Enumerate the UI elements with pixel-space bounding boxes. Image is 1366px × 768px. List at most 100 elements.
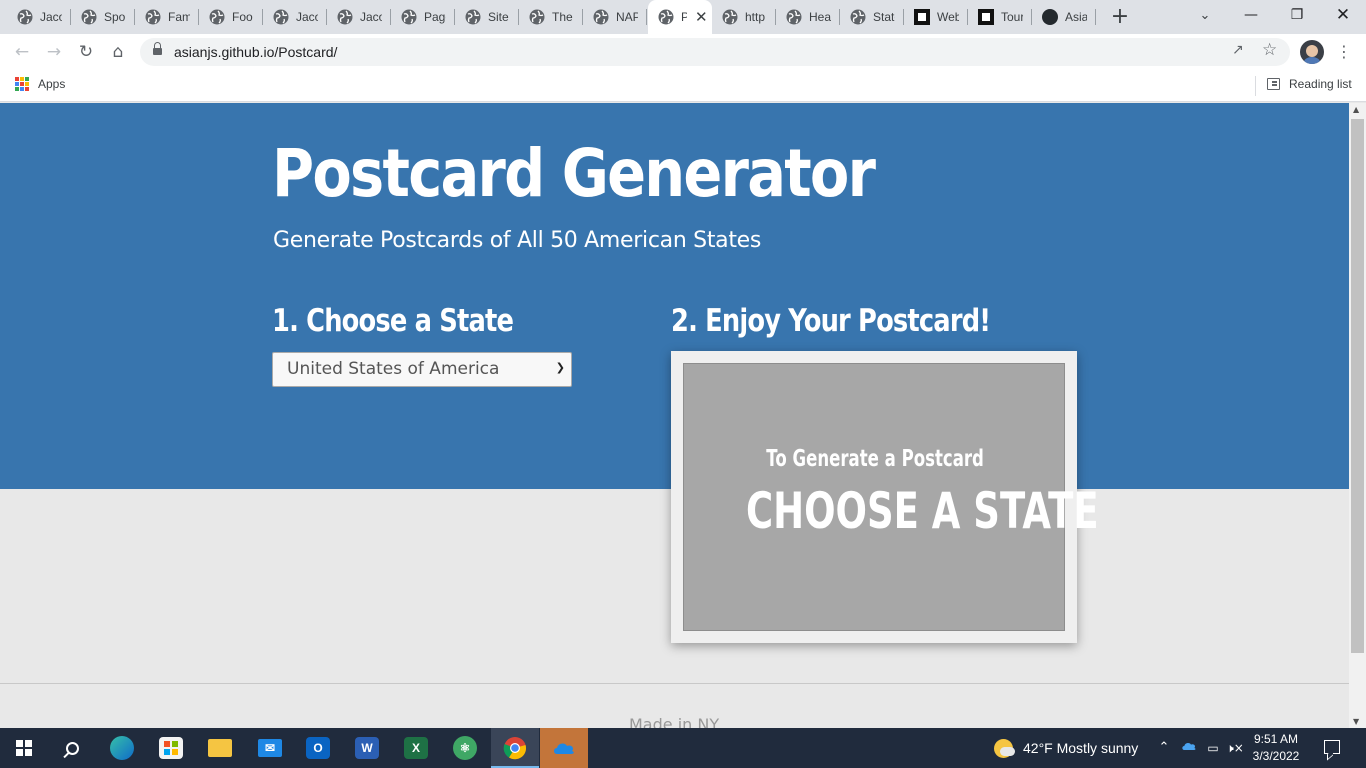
tab-title: NAP [616, 10, 638, 24]
forward-button[interactable]: → [40, 38, 68, 66]
tab-title: The [552, 10, 573, 24]
taskbar-outlook[interactable]: O [294, 728, 342, 768]
network-icon[interactable]: ▭ [1204, 728, 1222, 768]
taskbar-word[interactable]: W [343, 728, 391, 768]
address-bar[interactable]: asianjs.github.io/Postcard/ ↗ ☆ [140, 38, 1290, 66]
partly-sunny-icon [994, 738, 1015, 758]
home-button[interactable]: ⌂ [104, 38, 132, 66]
browser-tab[interactable]: Tour [968, 0, 1032, 34]
browser-tab[interactable]: NAP [583, 0, 647, 34]
globe-icon [465, 9, 481, 25]
globe-icon [209, 9, 225, 25]
minimize-button[interactable]: — [1228, 0, 1274, 30]
tab-title: Foo [232, 10, 253, 24]
back-button[interactable]: ← [8, 38, 36, 66]
browser-tab[interactable]: Fam [135, 0, 199, 34]
taskbar-clock[interactable]: 9:51 AM 3/3/2022 [1250, 731, 1302, 765]
state-select[interactable]: United States of America ❯ [272, 352, 572, 387]
page-scrollbar[interactable]: ▲ ▼ [1349, 103, 1366, 728]
onedrive-tray-icon[interactable] [1180, 728, 1198, 768]
bookmarks-bar: Apps Reading list [0, 70, 1366, 102]
show-hidden-icons-chevron-icon[interactable]: ⌃ [1156, 728, 1172, 768]
taskbar-search-button[interactable] [48, 728, 96, 768]
start-button[interactable] [0, 728, 48, 768]
browser-tab[interactable]: Page [391, 0, 455, 34]
globe-icon [17, 9, 33, 25]
globe-icon [337, 9, 353, 25]
mail-icon: ✉ [258, 739, 282, 757]
tab-title: Jaco [40, 10, 62, 24]
browser-tab[interactable]: Asia [1032, 0, 1096, 34]
browser-tab[interactable]: Spo [71, 0, 135, 34]
tab-title: Jaco [296, 10, 318, 24]
postcard-headline: CHOOSE A STATE [745, 482, 1099, 540]
state-select-value: United States of America [287, 359, 500, 379]
apps-label: Apps [38, 77, 66, 91]
share-icon[interactable]: ↗ [1232, 42, 1244, 58]
clock-date: 3/3/2022 [1252, 749, 1300, 763]
globe-icon [529, 9, 545, 25]
globe-icon [593, 9, 609, 25]
page-viewport: Postcard Generator Generate Postcards of… [0, 103, 1349, 728]
tab-title: Tour [1001, 10, 1023, 24]
reload-button[interactable]: ↻ [72, 38, 100, 66]
taskbar-excel[interactable]: X [392, 728, 440, 768]
browser-toolbar: ← → ↻ ⌂ asianjs.github.io/Postcard/ ↗ ☆ … [0, 34, 1366, 70]
apps-shortcut[interactable]: Apps [15, 77, 65, 91]
scroll-up-arrow-icon[interactable]: ▲ [1353, 105, 1359, 114]
browser-tab[interactable]: Foo [199, 0, 263, 34]
profile-avatar[interactable] [1300, 40, 1324, 64]
browser-tab[interactable]: Jaco [7, 0, 71, 34]
tab-title: Jaco [360, 10, 382, 24]
close-window-button[interactable]: ✕ [1320, 0, 1366, 30]
bookmark-star-icon[interactable]: ☆ [1262, 40, 1277, 60]
reading-list-button[interactable]: Reading list [1267, 77, 1352, 91]
scroll-down-arrow-icon[interactable]: ▼ [1353, 717, 1359, 726]
browser-tab[interactable]: P ✕ [648, 0, 712, 34]
volume-muted-icon[interactable]: 🕨× [1226, 728, 1244, 768]
reading-list-label: Reading list [1289, 77, 1352, 91]
browser-menu-icon[interactable]: ⋮ [1336, 38, 1352, 66]
browser-tab[interactable]: Site [455, 0, 519, 34]
taskbar-mail[interactable]: ✉ [246, 728, 294, 768]
tab-title: Spo [104, 10, 126, 24]
globe-icon [850, 9, 866, 25]
new-tab-button[interactable]: + [1107, 4, 1133, 30]
file-explorer-icon [208, 739, 232, 757]
page-subtitle: Generate Postcards of All 50 American St… [273, 228, 762, 253]
browser-tab[interactable]: Jaco [263, 0, 327, 34]
tab-title: P [681, 10, 687, 24]
restore-button[interactable]: ❐ [1274, 0, 1320, 30]
taskbar-chrome[interactable] [491, 728, 539, 768]
taskbar-onedrive[interactable] [540, 728, 588, 768]
postcard-frame: To Generate a Postcard CHOOSE A STATE [671, 351, 1099, 643]
taskbar-atom[interactable]: ⚛ [441, 728, 489, 768]
postcard-prompt-text: To Generate a Postcard [766, 446, 984, 472]
browser-tab[interactable]: State [840, 0, 904, 34]
close-tab-icon[interactable]: ✕ [695, 8, 708, 26]
browser-tab[interactable]: Web [904, 0, 968, 34]
taskbar-file-explorer[interactable] [196, 728, 244, 768]
tab-title: Heal [809, 10, 831, 24]
taskbar-store[interactable] [147, 728, 195, 768]
scrollbar-thumb[interactable] [1351, 119, 1364, 653]
tab-title: Web [937, 10, 959, 24]
tab-title: Site [488, 10, 509, 24]
globe-icon [145, 9, 161, 25]
url-text[interactable]: asianjs.github.io/Postcard/ [174, 38, 337, 66]
step2-heading: 2. Enjoy Your Postcard! [671, 303, 991, 339]
tab-separator [1095, 9, 1096, 25]
globe-icon [786, 9, 802, 25]
weather-widget[interactable]: 42°F Mostly sunny [994, 728, 1138, 768]
notification-center-icon[interactable] [1324, 740, 1340, 754]
lock-icon[interactable] [153, 42, 162, 55]
github-icon [1042, 9, 1058, 25]
browser-tab[interactable]: Heal [776, 0, 840, 34]
browser-tab[interactable]: http [712, 0, 776, 34]
taskbar-edge[interactable] [98, 728, 146, 768]
browser-tab[interactable]: The [519, 0, 583, 34]
weather-text: 42°F Mostly sunny [1023, 740, 1139, 756]
tab-search-chevron-icon[interactable]: ⌄ [1195, 6, 1215, 26]
tab-title: Asia [1065, 10, 1087, 24]
browser-tab[interactable]: Jaco [327, 0, 391, 34]
